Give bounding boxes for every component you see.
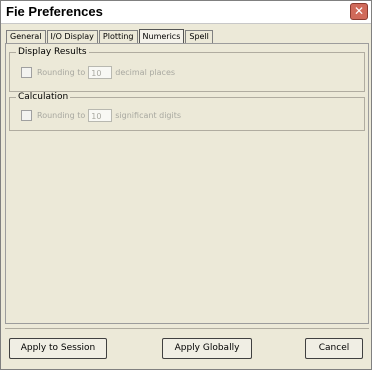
- tab-io-display[interactable]: I/O Display: [46, 30, 98, 43]
- numerics-panel: Display Results Rounding to 10 decimal p…: [5, 43, 369, 324]
- tab-numerics[interactable]: Numerics: [138, 29, 185, 44]
- title-bar: Fie Preferences ✕: [1, 1, 371, 24]
- display-rounding-prefix: Rounding to: [37, 68, 86, 77]
- calculation-rounding-suffix: significant digits: [115, 111, 182, 120]
- cancel-button[interactable]: Cancel: [305, 338, 363, 359]
- calculation-legend: Calculation: [16, 92, 71, 102]
- apply-to-session-button[interactable]: Apply to Session: [9, 338, 107, 359]
- calculation-rounding-prefix: Rounding to: [37, 111, 86, 120]
- window-title: Fie Preferences: [6, 4, 103, 19]
- button-bar-divider: [5, 328, 369, 329]
- display-results-group: Display Results Rounding to 10 decimal p…: [9, 47, 365, 92]
- display-rounding-suffix: decimal places: [115, 68, 176, 77]
- preferences-window: Fie Preferences ✕ General I/O Display Pl…: [0, 0, 372, 370]
- display-decimal-places-input[interactable]: 10: [88, 66, 113, 79]
- tab-spell[interactable]: Spell: [185, 30, 213, 43]
- display-results-legend: Display Results: [16, 47, 89, 57]
- tab-plotting[interactable]: Plotting: [98, 30, 138, 43]
- calculation-rounding-checkbox[interactable]: [21, 110, 32, 121]
- calculation-rounding-row: Rounding to 10 significant digits: [21, 109, 181, 122]
- close-button[interactable]: ✕: [350, 3, 368, 20]
- tab-general[interactable]: General: [6, 30, 46, 43]
- display-rounding-checkbox[interactable]: [21, 67, 32, 78]
- calculation-group: Calculation Rounding to 10 significant d…: [9, 92, 365, 131]
- calculation-significant-digits-input[interactable]: 10: [88, 109, 113, 122]
- tab-strip: General I/O Display Plotting Numerics Sp…: [6, 28, 214, 44]
- display-rounding-row: Rounding to 10 decimal places: [21, 66, 175, 79]
- apply-globally-button[interactable]: Apply Globally: [162, 338, 252, 359]
- close-icon: ✕: [353, 4, 365, 18]
